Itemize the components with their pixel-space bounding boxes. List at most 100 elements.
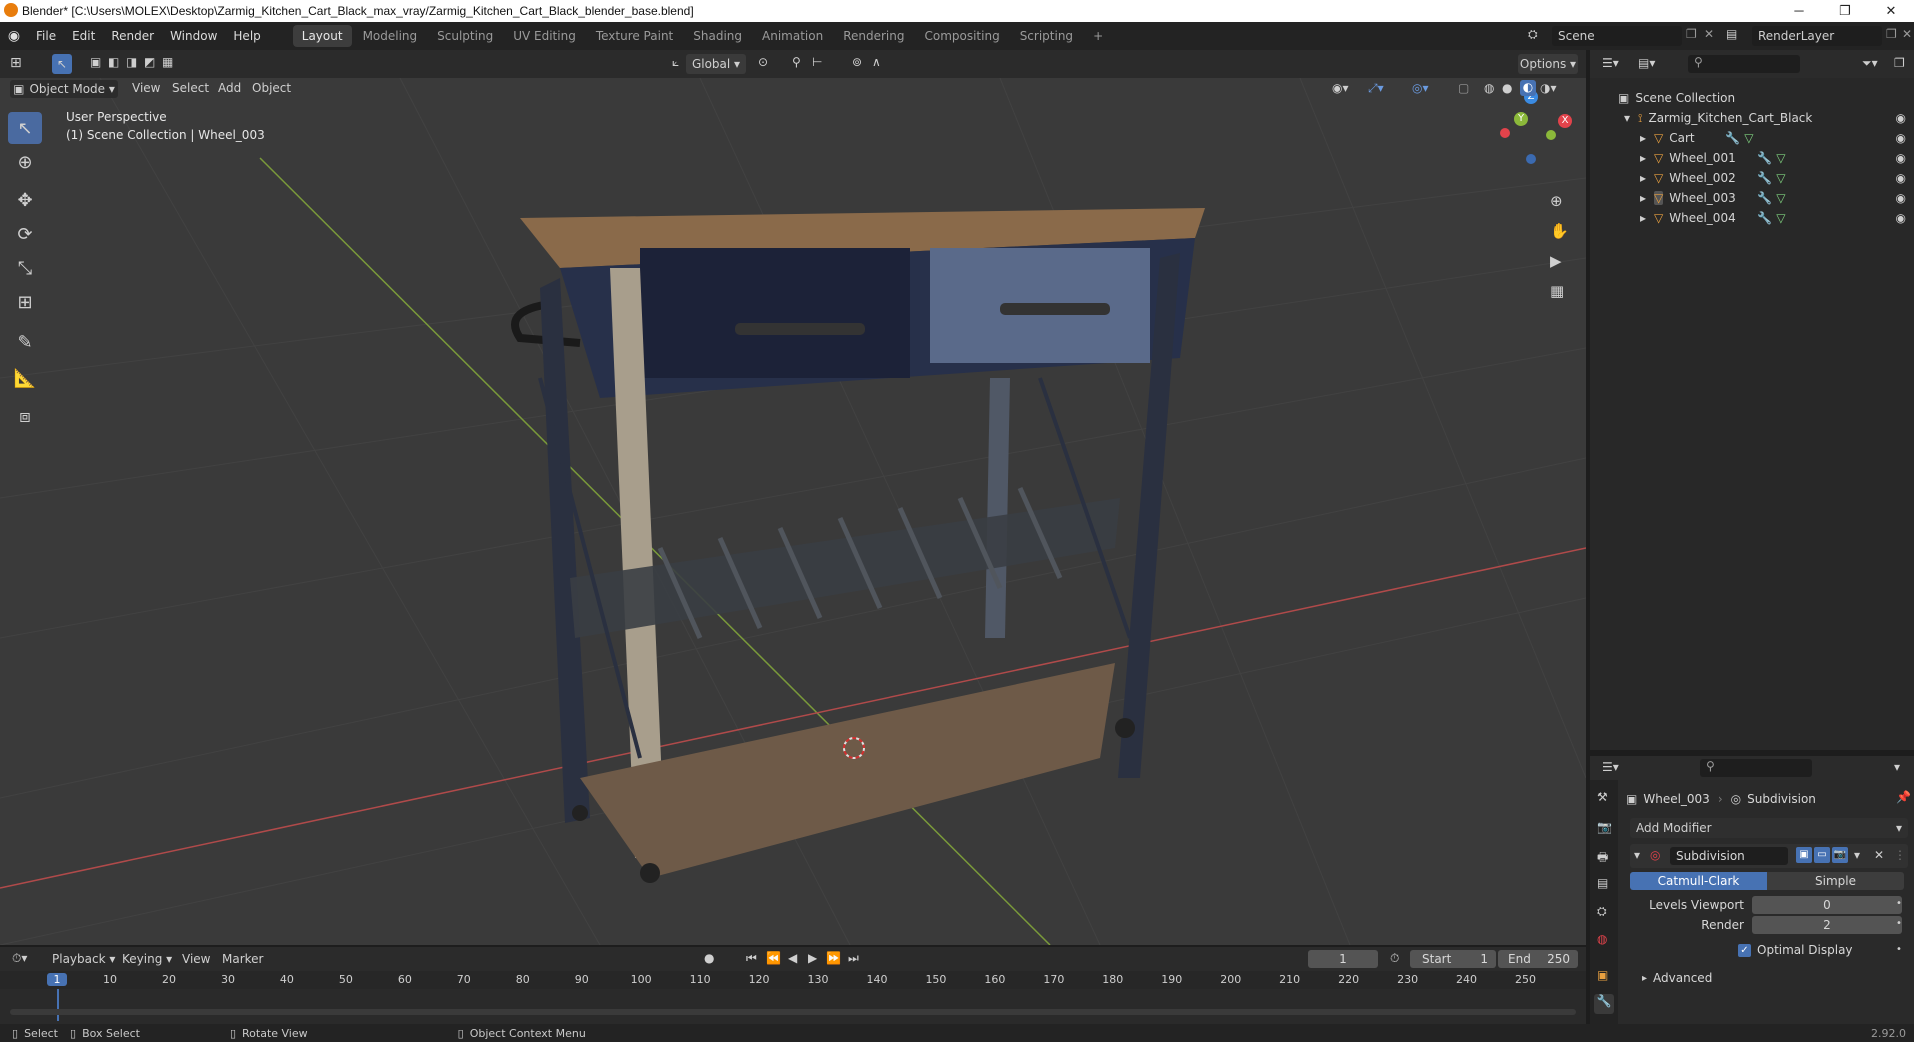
- mesh-data-icon[interactable]: ▽: [1776, 151, 1785, 165]
- camera-view-icon[interactable]: ▶: [1550, 252, 1562, 270]
- jump-end-icon[interactable]: ⏭: [848, 951, 859, 966]
- 3d-viewport[interactable]: User Perspective (1) Scene Collection | …: [0, 78, 1586, 945]
- viewport-canvas[interactable]: [0, 78, 1586, 945]
- object-tab-icon[interactable]: ▣: [1597, 968, 1608, 982]
- gizmo-neg-y-icon[interactable]: [1546, 130, 1556, 140]
- mesh-data-icon[interactable]: ▽: [1776, 211, 1785, 225]
- collapse-arrow-icon[interactable]: ▾: [1624, 111, 1638, 125]
- render-layer-close-icon[interactable]: ✕: [1902, 27, 1912, 41]
- tab-scripting[interactable]: Scripting: [1011, 25, 1082, 47]
- minimize-button[interactable]: ─: [1776, 0, 1822, 22]
- xray-toggle-icon[interactable]: ▢: [1458, 81, 1469, 95]
- tab-simple[interactable]: Simple: [1767, 872, 1904, 890]
- add-modifier-dropdown[interactable]: Add Modifier ▾: [1630, 818, 1908, 838]
- tab-rendering[interactable]: Rendering: [834, 25, 913, 47]
- tab-texture-paint[interactable]: Texture Paint: [587, 25, 682, 47]
- select-tool-icon[interactable]: ↖: [52, 54, 72, 74]
- keyframe-dot-icon[interactable]: •: [1896, 944, 1902, 955]
- pan-hand-icon[interactable]: ✋: [1550, 222, 1569, 240]
- gizmo-toggle-icon[interactable]: ⤢▾: [1368, 81, 1384, 96]
- eye-icon[interactable]: ◉: [1896, 171, 1906, 185]
- mesh-data-icon[interactable]: ▽: [1776, 191, 1785, 205]
- eye-icon[interactable]: ◉: [1896, 191, 1906, 205]
- outliner-search-input[interactable]: ⚲: [1688, 55, 1800, 73]
- modifier-wrench-icon[interactable]: 🔧: [1757, 151, 1772, 165]
- options-dropdown[interactable]: Options ▾: [1518, 54, 1578, 74]
- transform-tool-icon[interactable]: ⊞: [8, 286, 42, 318]
- timeline-menu-playback[interactable]: Playback ▾: [52, 952, 115, 966]
- timeline-menu-keying[interactable]: Keying ▾: [122, 952, 172, 966]
- measure-tool-icon[interactable]: 📐: [8, 362, 42, 394]
- expand-arrow-icon[interactable]: ▸: [1640, 171, 1654, 185]
- tab-catmull-clark[interactable]: Catmull-Clark: [1630, 872, 1767, 890]
- render-toggle-icon[interactable]: 📷: [1832, 847, 1848, 863]
- outliner-row-object-active[interactable]: ▸ ▽ Wheel_003 🔧 ▽ ◉: [1590, 188, 1914, 208]
- advanced-subpanel[interactable]: ▸ Advanced: [1642, 970, 1712, 986]
- gizmo-x-icon[interactable]: X: [1558, 114, 1572, 128]
- mesh-data-icon[interactable]: ▽: [1744, 131, 1753, 145]
- view-layer-tab-icon[interactable]: ▤: [1597, 876, 1608, 890]
- tab-sculpting[interactable]: Sculpting: [428, 25, 502, 47]
- render-layer-selector[interactable]: RenderLayer: [1752, 26, 1882, 46]
- modifier-wrench-icon[interactable]: 🔧: [1757, 191, 1772, 205]
- pin-icon[interactable]: 📌: [1896, 790, 1911, 804]
- select-box-tool-icon[interactable]: ↖: [8, 112, 42, 144]
- falloff-icon[interactable]: ∧: [872, 55, 881, 69]
- snap-icon[interactable]: ⚲: [792, 55, 801, 69]
- gizmo-neg-z-icon[interactable]: [1526, 154, 1536, 164]
- transform-orientation-dropdown[interactable]: Global ▾: [686, 54, 746, 74]
- close-button[interactable]: ✕: [1868, 0, 1914, 22]
- pivot-icon[interactable]: ⊙: [758, 55, 768, 69]
- eye-icon[interactable]: ◉: [1896, 151, 1906, 165]
- viewport-menu-add[interactable]: Add: [218, 81, 241, 95]
- blender-menu-icon[interactable]: ◉: [0, 28, 28, 44]
- start-frame-field[interactable]: Start 1: [1410, 950, 1496, 968]
- gizmo-neg-x-icon[interactable]: [1500, 128, 1510, 138]
- timeline-editor-icon[interactable]: ⏱▾: [12, 951, 27, 966]
- eye-icon[interactable]: ◉: [1896, 111, 1906, 125]
- overlay-toggle-icon[interactable]: ◎▾: [1412, 81, 1429, 95]
- outliner-row-object[interactable]: ▸ ▽ Wheel_001 🔧 ▽ ◉: [1590, 148, 1914, 168]
- expand-arrow-icon[interactable]: ▸: [1640, 191, 1654, 205]
- menu-help[interactable]: Help: [225, 22, 268, 50]
- optimal-display-checkbox[interactable]: ✓: [1738, 943, 1751, 957]
- scene-selector[interactable]: Scene: [1552, 26, 1682, 46]
- scale-tool-icon[interactable]: ⤡: [8, 252, 42, 284]
- shading-solid-icon[interactable]: ●: [1502, 81, 1512, 95]
- outliner-editor-icon[interactable]: ☰▾: [1602, 56, 1619, 70]
- select-mode-extend-icon[interactable]: ◧: [108, 55, 119, 69]
- properties-search-input[interactable]: ⚲: [1700, 759, 1812, 777]
- editor-type-icon[interactable]: ⊞: [10, 55, 22, 71]
- record-icon[interactable]: ●: [704, 951, 714, 965]
- outliner-display-mode-icon[interactable]: ▤▾: [1638, 56, 1655, 70]
- rotate-tool-icon[interactable]: ⟳: [8, 218, 42, 250]
- playhead-line[interactable]: [57, 989, 59, 1021]
- outliner-row-object[interactable]: ▸ ▽ Wheel_002 🔧 ▽ ◉: [1590, 168, 1914, 188]
- shading-rendered-icon[interactable]: ◑▾: [1540, 81, 1557, 95]
- play-icon[interactable]: ▶: [808, 951, 817, 965]
- expand-arrow-icon[interactable]: ▸: [1642, 973, 1647, 984]
- modifier-wrench-icon[interactable]: 🔧: [1757, 171, 1772, 185]
- eye-icon[interactable]: ◉: [1896, 211, 1906, 225]
- add-workspace-button[interactable]: +: [1084, 25, 1112, 47]
- snap-target-icon[interactable]: ⊢: [812, 55, 822, 69]
- select-mode-new-icon[interactable]: ▣: [90, 55, 101, 69]
- select-mode-invert-icon[interactable]: ◩: [144, 55, 155, 69]
- keyframe-dot-icon[interactable]: •: [1896, 918, 1902, 929]
- properties-options-icon[interactable]: ▾: [1894, 760, 1900, 774]
- shading-material-icon[interactable]: ◐: [1520, 80, 1536, 96]
- keyframe-dot-icon[interactable]: •: [1896, 898, 1902, 909]
- tab-modeling[interactable]: Modeling: [354, 25, 427, 47]
- tab-animation[interactable]: Animation: [753, 25, 832, 47]
- timeline-scrollbar[interactable]: [10, 1009, 1576, 1015]
- frame-ruler[interactable]: 1 10 20 30 40 50 60 70 80 90 100 110 120 130 140 150 160…: [0, 971, 1586, 989]
- expand-arrow-icon[interactable]: ▸: [1640, 151, 1654, 165]
- scene-icon[interactable]: ⛭: [1528, 27, 1538, 42]
- next-keyframe-icon[interactable]: ⏩: [826, 951, 841, 965]
- filter-icon[interactable]: ⏷▾: [1862, 56, 1878, 71]
- select-mode-subtract-icon[interactable]: ◨: [126, 55, 137, 69]
- expand-arrow-icon[interactable]: ▸: [1640, 131, 1654, 145]
- navigation-gizmo[interactable]: Z X Y: [1490, 90, 1572, 170]
- scene-tab-icon[interactable]: ⛭: [1597, 904, 1607, 919]
- preview-range-icon[interactable]: ⏱: [1390, 951, 1399, 966]
